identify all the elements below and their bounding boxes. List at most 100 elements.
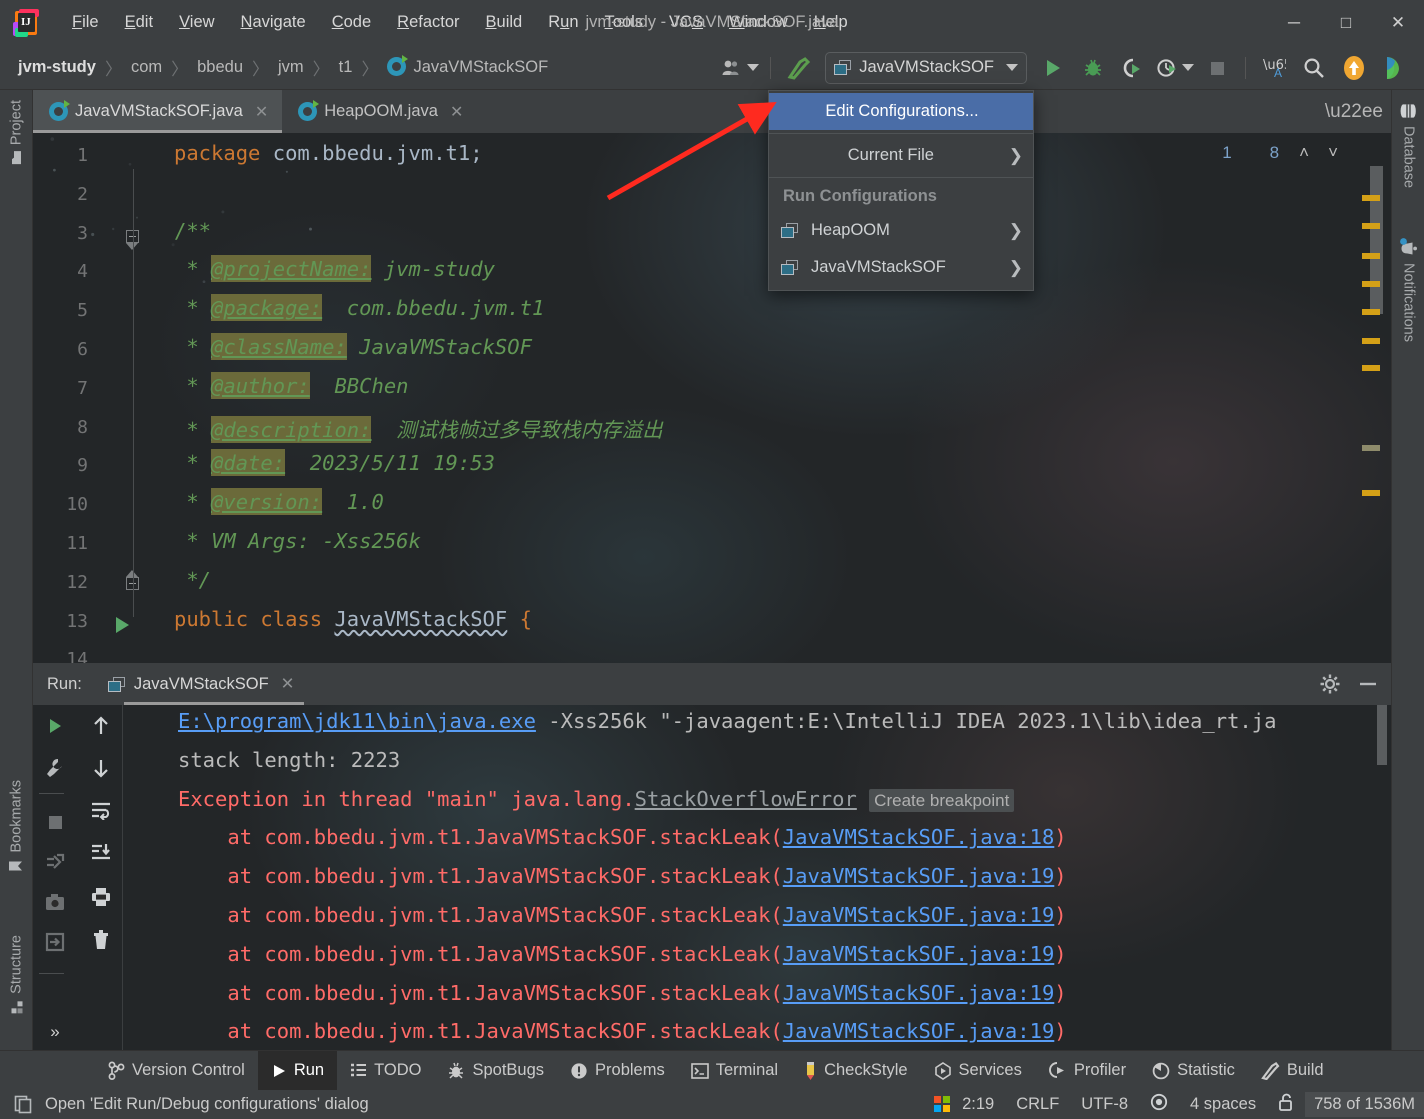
bottom-bar-item-version-control[interactable]: Version Control [95, 1051, 258, 1091]
debug-bug-icon[interactable] [1076, 51, 1110, 85]
menu-vcs[interactable]: VCS [656, 9, 716, 36]
minimize-icon[interactable] [1357, 673, 1379, 695]
inspection-eye-icon[interactable] [1139, 1093, 1179, 1116]
bottom-bar-item-profiler[interactable]: Profiler [1035, 1051, 1139, 1091]
camera-snapshot-icon[interactable] [39, 887, 71, 917]
search-magnifier-icon[interactable] [1297, 51, 1331, 85]
breadcrumb-item-jvm-study[interactable]: jvm-study [18, 58, 96, 77]
sidebar-item-bookmarks[interactable]: Bookmarks [0, 780, 33, 875]
menu-window[interactable]: Window [716, 9, 801, 36]
menu-item-current-file[interactable]: Current File ❯ [769, 137, 1033, 174]
menu-file[interactable]: File [59, 9, 112, 36]
update-arrow-icon[interactable] [1337, 51, 1371, 85]
console-scrollbar-thumb[interactable] [1377, 705, 1387, 765]
menu-refactor[interactable]: Refactor [384, 9, 472, 36]
menu-navigate[interactable]: Navigate [228, 9, 319, 36]
close-icon[interactable]: ✕ [281, 674, 295, 694]
menu-view[interactable]: View [166, 9, 227, 36]
copy-icon[interactable] [14, 1095, 33, 1114]
breadcrumb-item-jvm[interactable]: jvm [278, 58, 304, 77]
sidebar-item-notifications[interactable]: Notifications [1392, 238, 1424, 342]
minimize-button[interactable]: ─ [1268, 0, 1320, 45]
ide-feature-trainer-icon[interactable] [1377, 51, 1411, 85]
menu-bar[interactable]: File Edit View Navigate Code Refactor Build Run… [59, 9, 861, 36]
down-arrow-icon[interactable] [85, 753, 117, 783]
line-number: 11 [66, 533, 88, 554]
run-coverage-icon[interactable] [1116, 51, 1150, 85]
breadcrumb-item-t1[interactable]: t1 [339, 58, 353, 77]
unlocked-padlock-icon[interactable] [1267, 1093, 1305, 1117]
indent-setting[interactable]: 4 spaces [1179, 1095, 1267, 1114]
bottom-bar-item-problems[interactable]: Problems [557, 1051, 678, 1091]
run-configuration-dropdown-menu[interactable]: Edit Configurations... Current File ❯ Ru… [768, 90, 1034, 291]
sidebar-item-structure[interactable]: Structure [0, 935, 33, 1014]
editor-error-stripe[interactable] [1361, 133, 1381, 663]
menu-code[interactable]: Code [319, 9, 384, 36]
caret-position[interactable]: 2:19 [951, 1095, 1005, 1114]
bottom-bar-item-run[interactable]: Run [257, 1050, 338, 1091]
soft-wrap-icon[interactable] [85, 795, 117, 825]
bottom-bar-item-todo[interactable]: TODO [337, 1051, 434, 1091]
run-gutter-icon[interactable] [116, 616, 129, 633]
gear-icon[interactable] [1319, 673, 1341, 695]
build-hammer-icon[interactable] [782, 51, 816, 85]
run-configuration-selector[interactable]: JavaVMStackSOF [825, 51, 1027, 84]
menu-run[interactable]: Run [535, 9, 591, 36]
more-vertical-icon[interactable]: \u22ee [1325, 101, 1383, 123]
bottom-bar-item-checkstyle[interactable]: CheckStyle [791, 1051, 920, 1091]
bottom-bar-item-statistic[interactable]: Statistic [1139, 1051, 1248, 1091]
sidebar-item-database[interactable]: Database [1392, 102, 1424, 188]
run-console[interactable]: » E:\program\jdk11\bin\java.exe -Xss256k… [33, 705, 1391, 1050]
editor-tabs-options[interactable]: \u22ee [1325, 90, 1383, 133]
maximize-button[interactable]: □ [1320, 0, 1372, 45]
editor-tab-label: HeapOOM.java [324, 102, 438, 120]
menu-help[interactable]: Help [801, 9, 861, 36]
file-encoding[interactable]: UTF-8 [1070, 1095, 1139, 1114]
bottom-bar-item-services[interactable]: Services [921, 1051, 1035, 1091]
toolbar-actions: JavaVMStackSOF \u6 A [719, 45, 1424, 90]
menu-item-javavmstacksof[interactable]: JavaVMStackSOF ❯ [769, 249, 1033, 286]
export-icon[interactable] [39, 927, 71, 957]
create-breakpoint-button[interactable]: Create breakpoint [869, 788, 1015, 812]
breadcrumb-item-javavmstacksof[interactable]: JavaVMStackSOF [387, 55, 548, 77]
menu-item-edit-configurations[interactable]: Edit Configurations... [769, 93, 1033, 130]
trash-icon[interactable] [85, 925, 117, 955]
rerun-icon[interactable] [39, 711, 71, 741]
previous-problem-icon[interactable]: ˄ [1292, 143, 1316, 163]
close-button[interactable]: ✕ [1372, 0, 1424, 45]
line-number: 10 [66, 494, 88, 516]
menu-edit[interactable]: Edit [112, 9, 166, 36]
expand-more-icon[interactable]: » [39, 1017, 71, 1047]
run-play-icon[interactable] [1036, 51, 1070, 85]
close-icon[interactable]: ✕ [450, 102, 463, 122]
print-icon[interactable] [85, 881, 117, 911]
up-arrow-icon[interactable] [85, 711, 117, 741]
menu-item-heapoom[interactable]: HeapOOM ❯ [769, 212, 1033, 249]
line-separator[interactable]: CRLF [1005, 1095, 1070, 1114]
restore-layout-icon[interactable] [39, 847, 71, 877]
breadcrumb-item-bbedu[interactable]: bbedu [197, 58, 243, 77]
sidebar-item-project[interactable]: Project [0, 100, 33, 165]
bottom-bar-item-terminal[interactable]: Terminal [678, 1051, 791, 1091]
scroll-to-end-icon[interactable] [85, 837, 117, 867]
menu-build[interactable]: Build [473, 9, 536, 36]
translate-icon[interactable]: \u6587 A [1257, 51, 1291, 85]
editor-tab-javavmstacksof-java[interactable]: JavaVMStackSOF.java ✕ [33, 90, 283, 133]
bottom-bar-item-build[interactable]: Build [1248, 1051, 1337, 1091]
editor-tab-heapoom-java[interactable]: HeapOOM.java ✕ [282, 90, 477, 133]
memory-indicator[interactable]: 758 of 1536M [1305, 1092, 1424, 1117]
breadcrumb-item-com[interactable]: com [131, 58, 162, 77]
close-icon[interactable]: ✕ [255, 102, 268, 122]
code-editor[interactable]: 1 2 3 4 5 6 7 8 9 10 11 12 13 14 package com.bbedu.jv… [33, 133, 1391, 663]
next-problem-icon[interactable]: ˅ [1321, 143, 1345, 163]
bottom-bar-item-spotbugs[interactable]: SpotBugs [434, 1051, 557, 1091]
user-silhouette-icon[interactable] [722, 51, 760, 85]
menu-tools[interactable]: Tools [592, 9, 657, 36]
wrench-settings-icon[interactable] [39, 753, 71, 783]
inspection-widget[interactable]: 1 8 ˄ ˅ [1197, 143, 1345, 163]
stop-square-icon[interactable] [1200, 51, 1234, 85]
stop-icon[interactable] [39, 807, 71, 837]
profiler-clock-icon[interactable] [1156, 51, 1194, 85]
run-tab-javavmstacksof[interactable]: JavaVMStackSOF ✕ [96, 663, 305, 705]
editor-gutter[interactable]: 1 2 3 4 5 6 7 8 9 10 11 12 13 14 [33, 133, 139, 663]
